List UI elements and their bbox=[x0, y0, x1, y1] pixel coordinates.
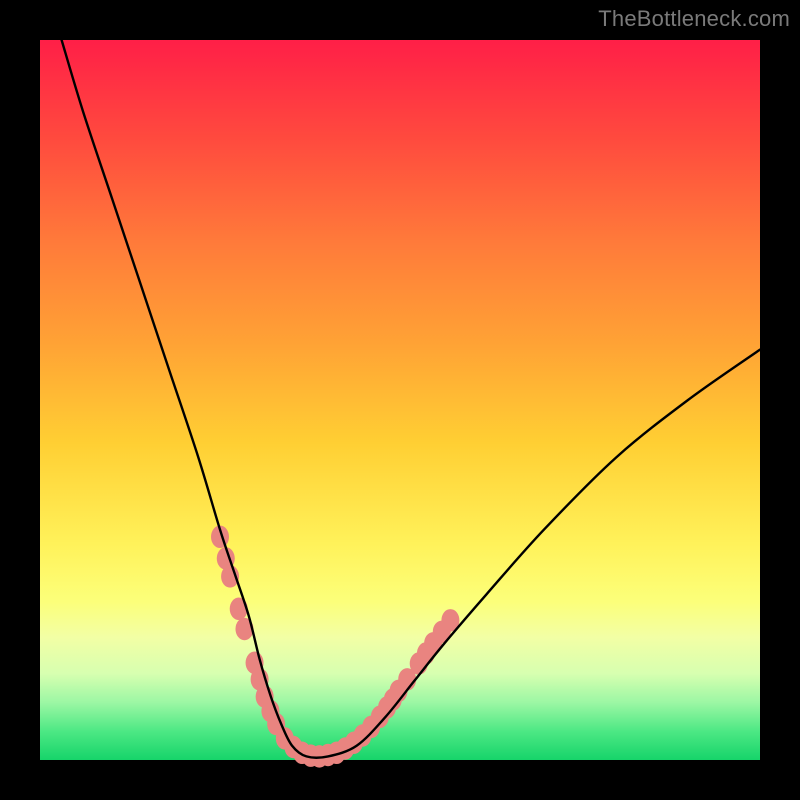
bottleneck-curve bbox=[62, 40, 760, 758]
chart-frame: TheBottleneck.com bbox=[0, 0, 800, 800]
plot-area bbox=[40, 40, 760, 760]
chart-svg bbox=[40, 40, 760, 760]
highlight-points bbox=[211, 526, 459, 768]
watermark-text: TheBottleneck.com bbox=[598, 6, 790, 32]
